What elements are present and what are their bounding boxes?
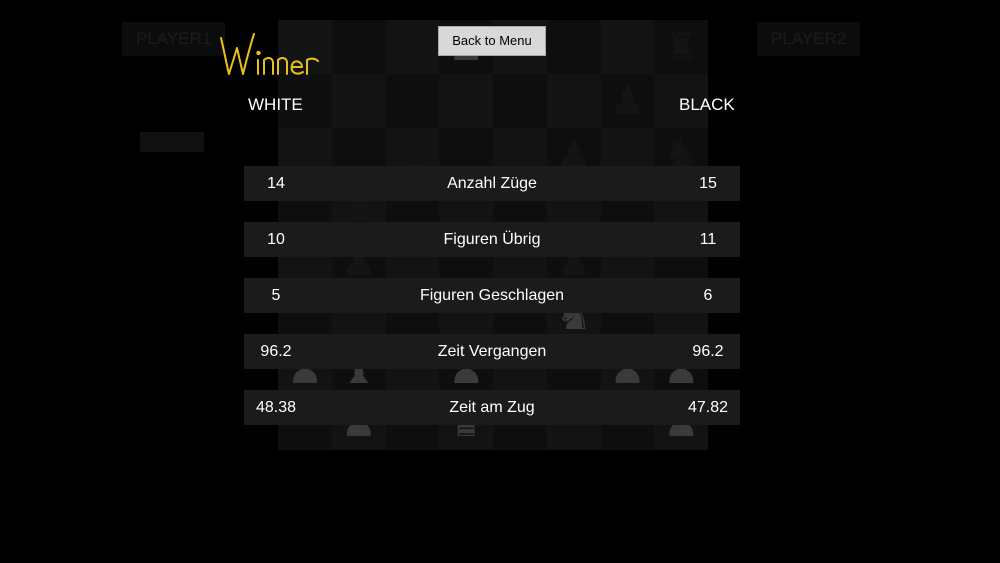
board-square	[546, 73, 601, 128]
stat-name: Zeit am Zug	[449, 399, 535, 416]
stat-row-moves: 14 Anzahl Züge 15	[244, 166, 740, 201]
black-value: 96.2	[692, 343, 724, 360]
black-value: 11	[699, 231, 717, 248]
chess-piece-icon: ♟	[609, 77, 646, 124]
stat-name: Figuren Geschlagen	[419, 287, 565, 304]
white-value: 10	[267, 231, 285, 248]
player1-tag: PLAYER1	[122, 22, 226, 56]
black-value: 6	[703, 287, 713, 304]
white-value: 5	[271, 287, 281, 304]
black-value: 15	[699, 175, 717, 192]
board-square	[331, 20, 386, 74]
background-status-chip	[140, 132, 204, 152]
stat-row-time-elapsed: 96.2 Zeit Vergangen 96.2	[244, 334, 740, 369]
board-square	[600, 20, 655, 74]
stat-name: Zeit Vergangen	[437, 343, 547, 360]
board-square	[385, 73, 440, 128]
white-side-label: WHITE	[248, 95, 303, 114]
chess-piece-icon: ♜	[663, 24, 700, 70]
stat-row-pieces-remaining: 10 Figuren Übrig 11	[244, 222, 740, 257]
board-square	[546, 20, 601, 74]
black-side-label: BLACK	[679, 95, 735, 114]
player2-label: PLAYER2	[771, 29, 847, 48]
stat-name: Figuren Übrig	[443, 231, 541, 248]
player2-tag: PLAYER2	[757, 22, 861, 56]
white-value: 96.2	[260, 343, 292, 360]
stat-row-pieces-captured: 5 Figuren Geschlagen 6	[244, 278, 740, 313]
stat-row-time-on-move: 48.38 Zeit am Zug 47.82	[244, 390, 740, 425]
player1-label: PLAYER1	[136, 29, 212, 48]
winner-logo	[220, 33, 319, 75]
white-value: 48.38	[255, 399, 297, 416]
back-to-menu-button[interactable]: Back to Menu	[438, 26, 546, 56]
chess-piece-icon: ♟	[340, 77, 377, 124]
board-square	[385, 20, 440, 74]
black-value: 47.82	[687, 399, 729, 416]
stat-name: Anzahl Züge	[447, 175, 537, 192]
white-value: 14	[267, 175, 285, 192]
board-square	[493, 73, 547, 128]
board-square	[439, 73, 493, 128]
